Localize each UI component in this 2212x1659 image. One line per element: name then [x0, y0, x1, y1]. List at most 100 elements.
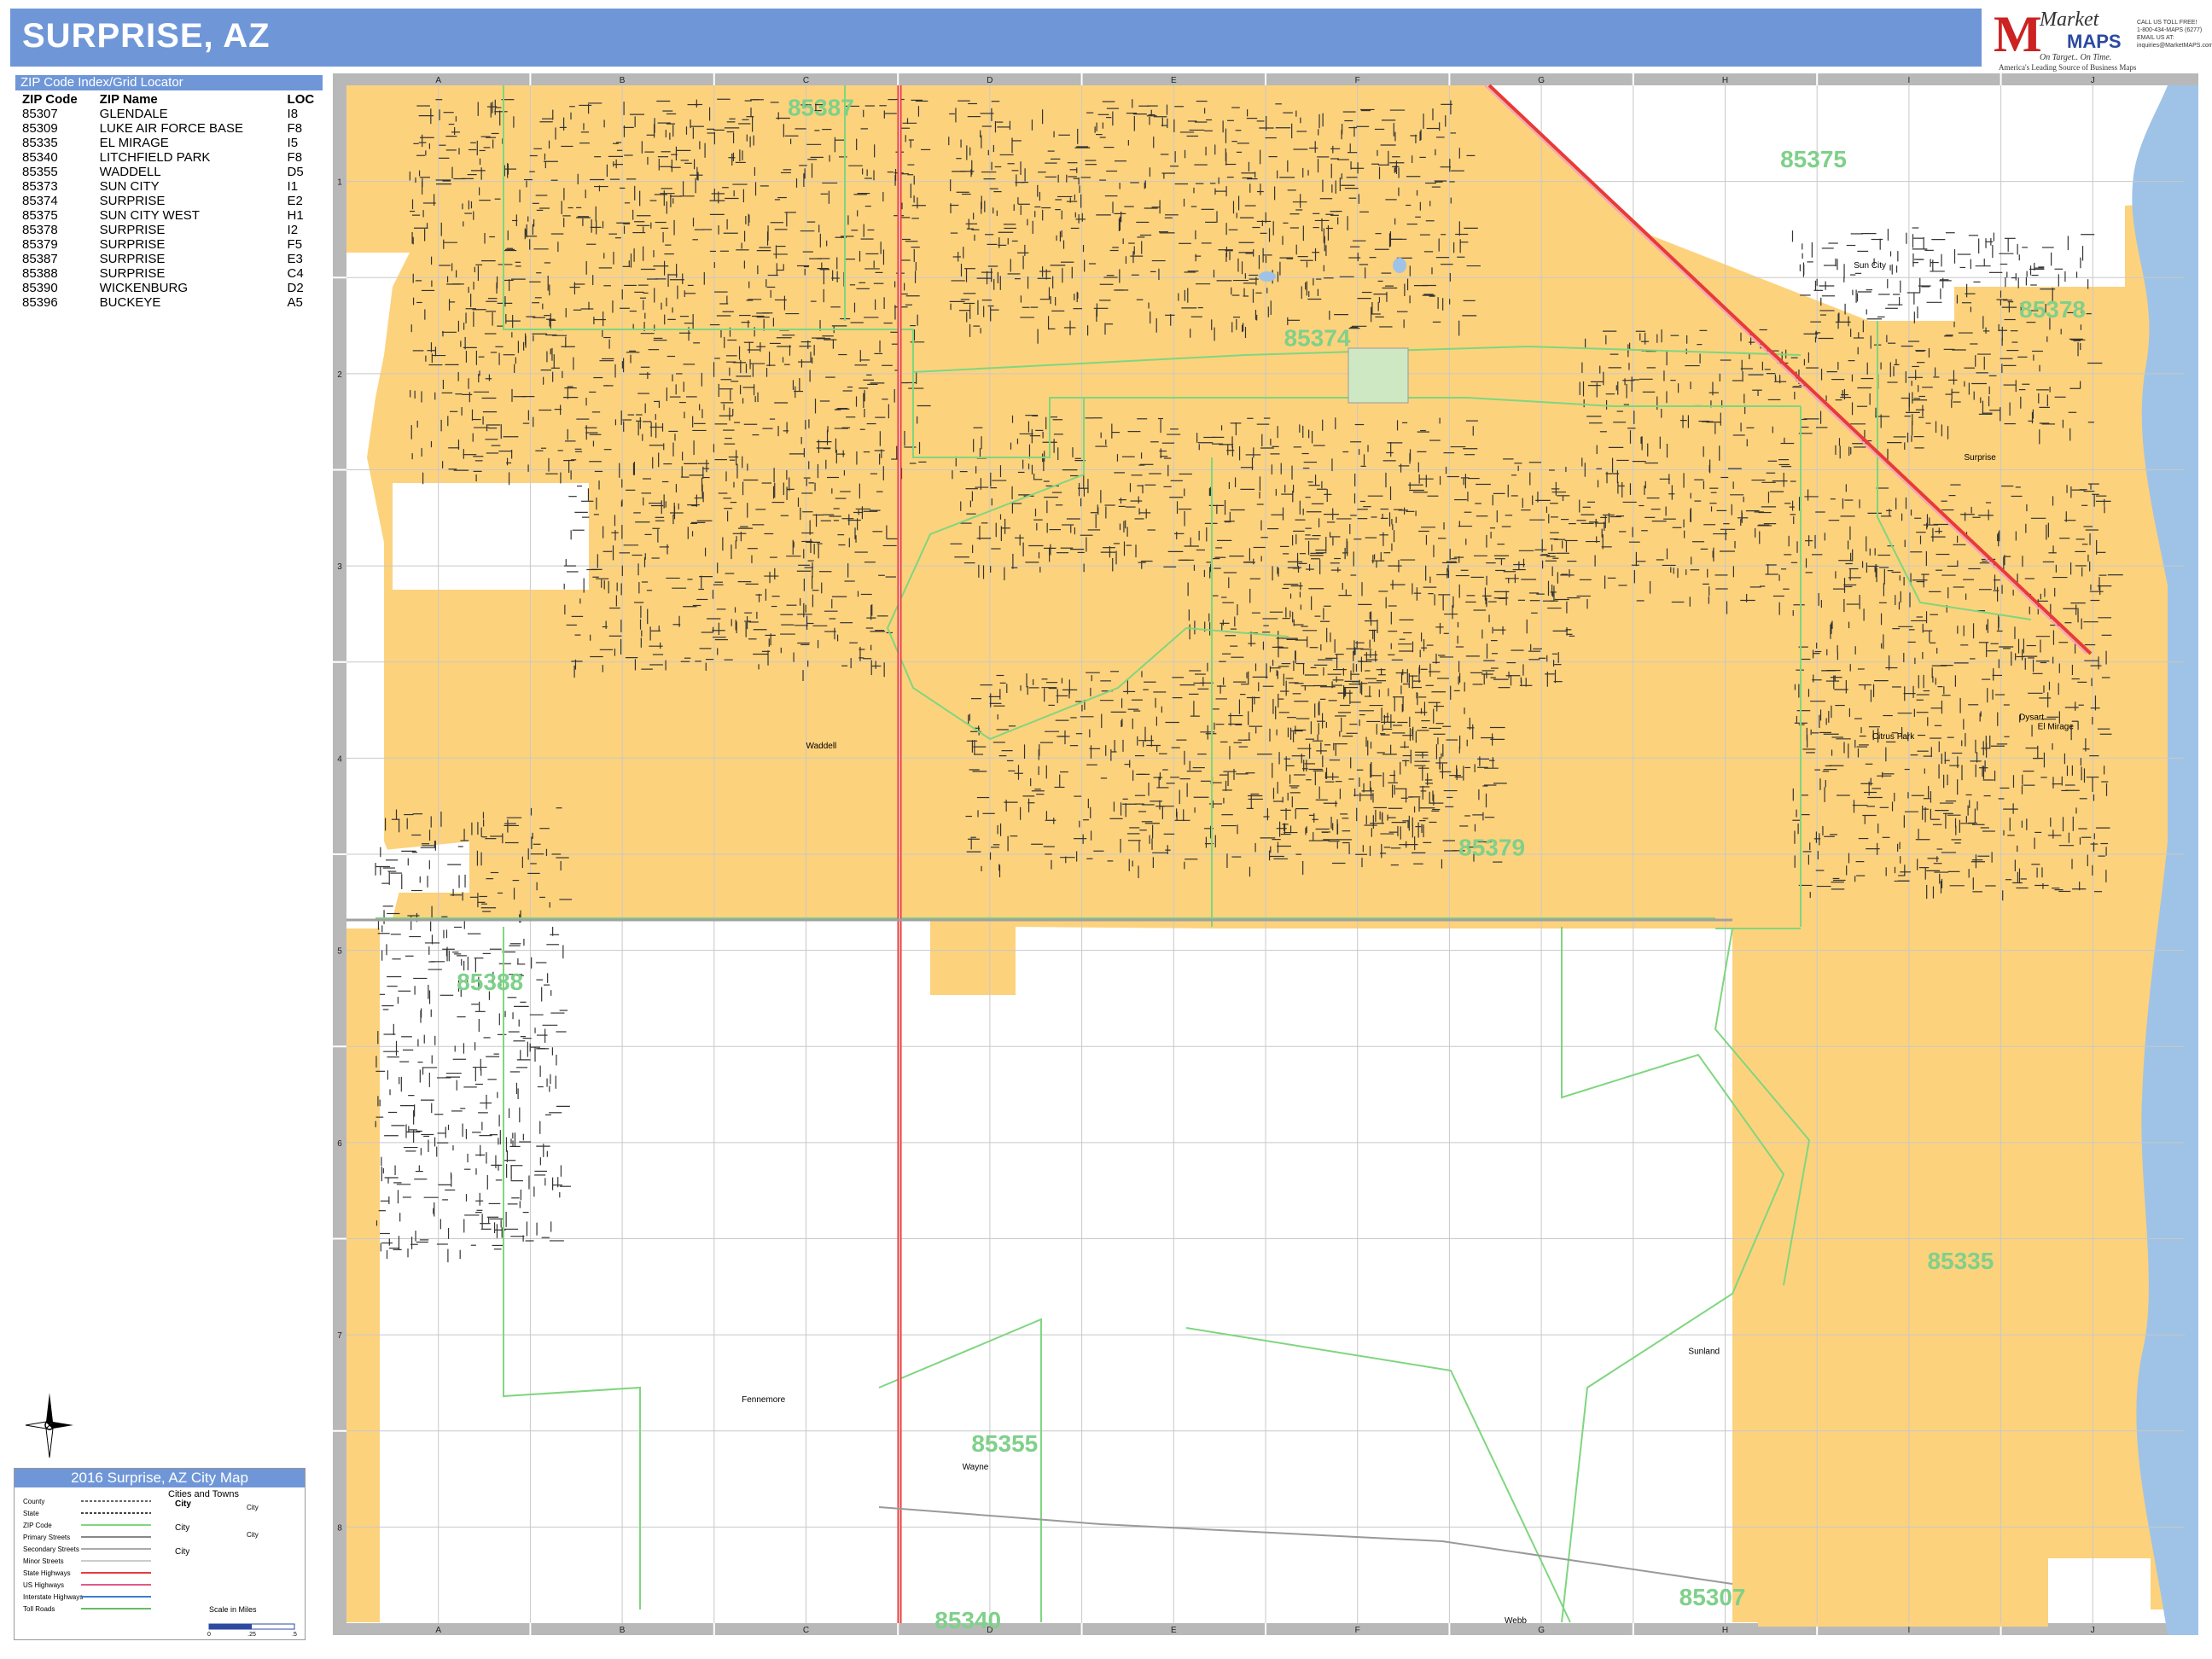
grid-col-label-top: I: [1908, 76, 1911, 85]
logo-tagline: On Target.. On Time.: [2040, 53, 2112, 62]
grid-tick: [1265, 1623, 1266, 1635]
zip-code-cell: 85309: [22, 121, 58, 136]
grid-tick: [1632, 1623, 1634, 1635]
col-header-zip: ZIP Code: [22, 92, 78, 107]
zip-code-cell: 85373: [22, 179, 58, 194]
grid-tick: [333, 661, 346, 663]
grid-tick: [529, 73, 532, 85]
city-map[interactable]: AABBCCDDEEFFGGHHIIJJ11223344556677888538…: [333, 73, 2198, 1635]
zip-index-row: 85374 SURPRISE E2: [15, 194, 323, 208]
grid-col-label-top: C: [803, 76, 809, 85]
logo-market-text: Market: [2040, 9, 2099, 31]
grid-col-label-bottom: B: [620, 1626, 626, 1635]
grid-row-label-left: 2: [337, 370, 342, 380]
grid-col-label-top: J: [2091, 76, 2095, 85]
grid-col-label-top: A: [435, 76, 441, 85]
zip-loc-cell: D2: [287, 281, 304, 295]
zip-loc-cell: D5: [287, 165, 304, 179]
grid-row-label-left: 1: [337, 178, 342, 188]
zip-loc-cell: H1: [287, 208, 304, 223]
grid-tick: [333, 276, 346, 279]
grid-col-label-bottom: I: [1908, 1626, 1911, 1635]
grid-tick: [897, 73, 899, 85]
col-header-name: ZIP Name: [99, 92, 158, 107]
street-grid: [346, 85, 2185, 1623]
grid-col-label-bottom: C: [803, 1626, 809, 1635]
zip-loc-cell: C4: [287, 266, 304, 281]
grid-tick: [333, 1429, 346, 1432]
zip-index-row: 85388 SURPRISE C4: [15, 266, 323, 281]
zip-code-cell: 85387: [22, 252, 58, 266]
zip-code-cell: 85307: [22, 107, 58, 121]
logo-contact: CALL US TOLL FREE! 1-800-434-MAPS (6277)…: [2137, 19, 2212, 49]
zip-index-row: 85307 GLENDALE I8: [15, 107, 323, 121]
zip-index-row: 85387 SURPRISE E3: [15, 252, 323, 266]
grid-tick: [333, 1045, 346, 1048]
zip-code-cell: 85335: [22, 136, 58, 150]
title-bar: SURPRISE, AZ: [10, 9, 1982, 67]
unincorporated-block: [393, 483, 589, 590]
zip-index-row: 85375 SUN CITY WEST H1: [15, 208, 323, 223]
zip-loc-cell: F8: [287, 121, 303, 136]
zip-code-cell: 85390: [22, 281, 58, 295]
grid-col-label-bottom: E: [1171, 1626, 1177, 1635]
zip-loc-cell: I2: [287, 223, 299, 237]
zip-code-cell: 85340: [22, 150, 58, 165]
grid-tick: [1632, 73, 1634, 85]
zip-name-cell: LUKE AIR FORCE BASE: [99, 121, 244, 136]
grid-col-label-bottom: F: [1355, 1626, 1360, 1635]
grid-col-label-bottom: J: [2091, 1626, 2095, 1635]
grid-col-label-top: D: [987, 76, 992, 85]
contact-line: inquiries@MarketMAPS.com: [2137, 43, 2212, 49]
market-maps-logo: M Market MAPS On Target.. On Time. Ameri…: [1994, 5, 2212, 72]
zip-name-cell: EL MIRAGE: [99, 136, 169, 150]
zip-code-cell: 85396: [22, 295, 58, 310]
zip-name-cell: SURPRISE: [99, 252, 166, 266]
grid-tick: [713, 73, 715, 85]
zip-loc-cell: I5: [287, 136, 299, 150]
grid-row-label-left: 5: [337, 947, 342, 957]
logo-m-mark: M: [1994, 6, 2042, 62]
zip-code-cell: 85378: [22, 223, 58, 237]
zip-name-cell: GLENDALE: [99, 107, 168, 121]
grid-col-label-bottom: G: [1538, 1626, 1545, 1635]
zip-code-cell: 85355: [22, 165, 58, 179]
grid-tick: [1448, 1623, 1451, 1635]
zip-index-header-row: ZIP Code ZIP Name LOC: [15, 92, 323, 107]
grid-tick: [333, 1237, 346, 1240]
zip-name-cell: SUN CITY: [99, 179, 160, 194]
grid-row-label-left: 8: [337, 1523, 342, 1533]
grid-tick: [2000, 73, 2002, 85]
logo-subtagline: America's Leading Source of Business Map…: [1999, 63, 2137, 72]
grid-row-label-left: 4: [337, 754, 342, 764]
zip-index-header: ZIP Code Index/Grid Locator: [15, 75, 323, 90]
zip-code-cell: 85375: [22, 208, 58, 223]
zip-name-cell: SURPRISE: [99, 237, 166, 252]
zip-index-row: 85335 EL MIRAGE I5: [15, 136, 323, 150]
zip-name-cell: SURPRISE: [99, 266, 166, 281]
zip-name-cell: BUCKEYE: [99, 295, 161, 310]
grid-tick: [333, 853, 346, 855]
grid-col-label-bottom: A: [435, 1626, 441, 1635]
zip-index-row: 85396 BUCKEYE A5: [15, 295, 323, 310]
zip-name-cell: WADDELL: [99, 165, 161, 179]
map-title: SURPRISE, AZ: [22, 17, 271, 55]
grid-col-label-top: F: [1355, 76, 1360, 85]
zip-name-cell: WICKENBURG: [99, 281, 188, 295]
grid-col-label-bottom: H: [1722, 1626, 1728, 1635]
zip-code-cell: 85388: [22, 266, 58, 281]
zip-code-cell: 85379: [22, 237, 58, 252]
zip-index-row: 85390 WICKENBURG D2: [15, 281, 323, 295]
grid-row-label-left: 3: [337, 562, 342, 572]
south-unincorporated-area: [346, 928, 1732, 1622]
zip-index-row: 85379 SURPRISE F5: [15, 237, 323, 252]
zip-loc-cell: F8: [287, 150, 303, 165]
grid-tick: [1080, 73, 1083, 85]
zip-index-row: 85309 LUKE AIR FORCE BASE F8: [15, 121, 323, 136]
contact-line: EMAIL US AT:: [2137, 35, 2174, 41]
zip-loc-cell: F5: [287, 237, 303, 252]
zip-index-row: 85373 SUN CITY I1: [15, 179, 323, 194]
grid-tick: [897, 1623, 899, 1635]
contact-line: CALL US TOLL FREE!: [2137, 20, 2197, 26]
grid-tick: [1080, 1623, 1083, 1635]
